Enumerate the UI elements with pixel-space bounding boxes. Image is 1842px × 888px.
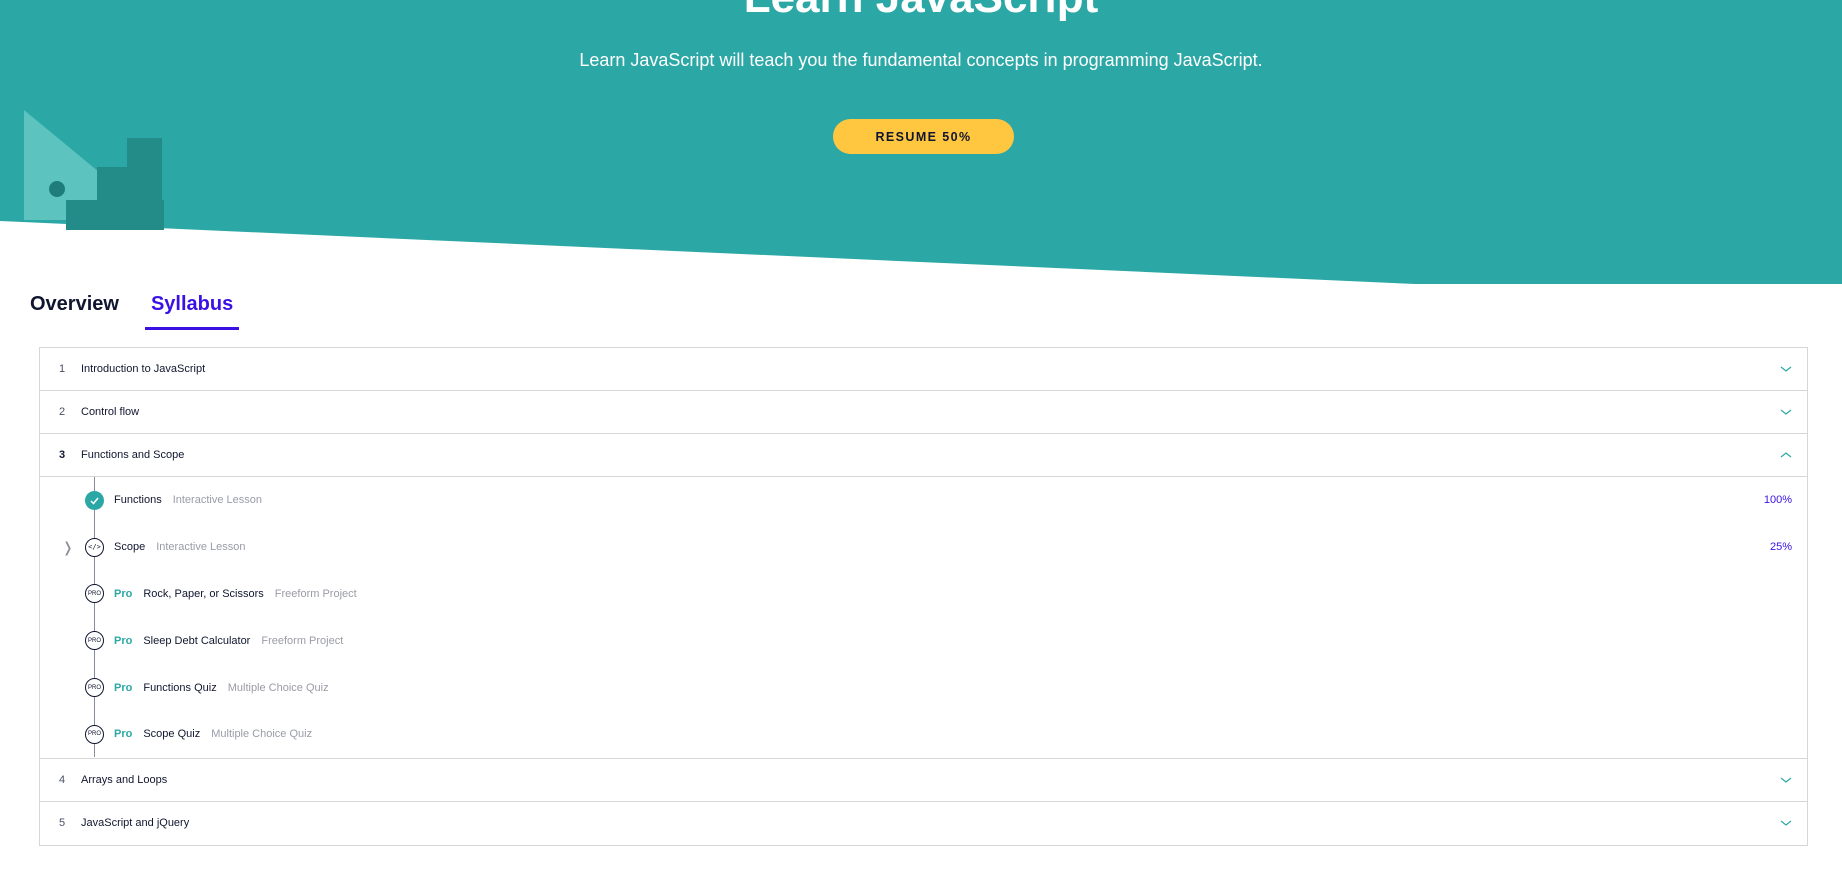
module-number: 5	[59, 817, 66, 830]
lesson-progress: 100%	[1763, 494, 1792, 507]
lesson-row[interactable]: ❭ </> Scope Interactive Lesson 25%	[40, 524, 1807, 571]
lesson-row[interactable]: PRO Pro Rock, Paper, or Scissors Freefor…	[40, 571, 1807, 618]
module-row-5[interactable]: 5 JavaScript and jQuery	[40, 801, 1807, 845]
course-tabs: Overview Syllabus	[30, 290, 265, 330]
module-title: Functions and Scope	[81, 449, 185, 461]
module-number: 3	[59, 449, 66, 461]
module-number: 2	[59, 406, 66, 418]
chevron-down-icon[interactable]	[1779, 405, 1793, 419]
pro-badge: Pro	[114, 634, 133, 647]
lesson-type: Freeform Project	[274, 587, 357, 600]
lesson-progress: 25%	[1769, 541, 1792, 554]
code-icon: </>	[85, 537, 104, 557]
module-row-1[interactable]: 1 Introduction to JavaScript	[40, 348, 1807, 391]
module-title: JavaScript and jQuery	[81, 817, 190, 830]
lesson-name: Rock, Paper, or Scissors	[143, 587, 264, 600]
lesson-type: Freeform Project	[261, 634, 344, 647]
lesson-row[interactable]: PRO Pro Sleep Debt Calculator Freeform P…	[40, 617, 1807, 664]
pro-icon: PRO	[85, 724, 104, 744]
module-title: Control flow	[81, 406, 140, 418]
pro-badge: Pro	[114, 587, 133, 600]
chevron-up-icon[interactable]	[1779, 448, 1793, 462]
lesson-type: Multiple Choice Quiz	[227, 681, 329, 694]
module-number: 1	[59, 363, 66, 375]
lesson-type: Interactive Lesson	[172, 494, 262, 507]
module-3-lessons: Functions Interactive Lesson 100% ❭ </> …	[40, 477, 1807, 759]
pro-icon: PRO	[85, 631, 104, 651]
module-row-3[interactable]: 3 Functions and Scope	[40, 434, 1807, 477]
module-title: Arrays and Loops	[81, 773, 168, 786]
lesson-type: Multiple Choice Quiz	[211, 728, 313, 741]
lesson-row[interactable]: PRO Pro Functions Quiz Multiple Choice Q…	[40, 664, 1807, 711]
lesson-type: Interactive Lesson	[156, 541, 246, 554]
resume-button[interactable]: RESUME 50%	[833, 119, 1014, 154]
tab-syllabus[interactable]: Syllabus	[144, 290, 240, 330]
course-description: Learn JavaScript will teach you the fund…	[579, 50, 1263, 70]
pro-badge: Pro	[114, 728, 133, 741]
module-row-2[interactable]: 2 Control flow	[40, 391, 1807, 434]
course-title: Learn JavaScript	[0, 0, 1842, 20]
lesson-row[interactable]: PRO Pro Scope Quiz Multiple Choice Quiz	[40, 711, 1807, 758]
chevron-down-icon[interactable]	[1779, 773, 1793, 787]
lesson-name: Functions Quiz	[143, 681, 217, 694]
pro-icon: PRO	[85, 678, 104, 698]
pro-badge: Pro	[114, 681, 133, 694]
check-icon	[85, 490, 104, 510]
module-row-4[interactable]: 4 Arrays and Loops	[40, 758, 1807, 802]
chevron-right-icon[interactable]: ❭	[62, 540, 74, 554]
pro-icon: PRO	[85, 584, 104, 604]
lesson-name: Scope	[114, 541, 146, 554]
lesson-name: Functions	[114, 494, 162, 507]
chevron-down-icon[interactable]	[1779, 816, 1793, 830]
chevron-down-icon[interactable]	[1779, 362, 1793, 376]
hero-illustration	[24, 110, 164, 230]
lesson-row[interactable]: Functions Interactive Lesson 100%	[40, 477, 1807, 524]
module-number: 4	[59, 773, 66, 786]
lesson-name: Scope Quiz	[143, 728, 201, 741]
syllabus-accordion: 1 Introduction to JavaScript 2 Control f…	[39, 347, 1808, 846]
course-hero: Learn JavaScript Learn JavaScript will t…	[0, 0, 1842, 285]
module-title: Introduction to JavaScript	[81, 363, 206, 375]
tab-overview[interactable]: Overview	[24, 290, 125, 330]
lesson-name: Sleep Debt Calculator	[143, 634, 251, 647]
